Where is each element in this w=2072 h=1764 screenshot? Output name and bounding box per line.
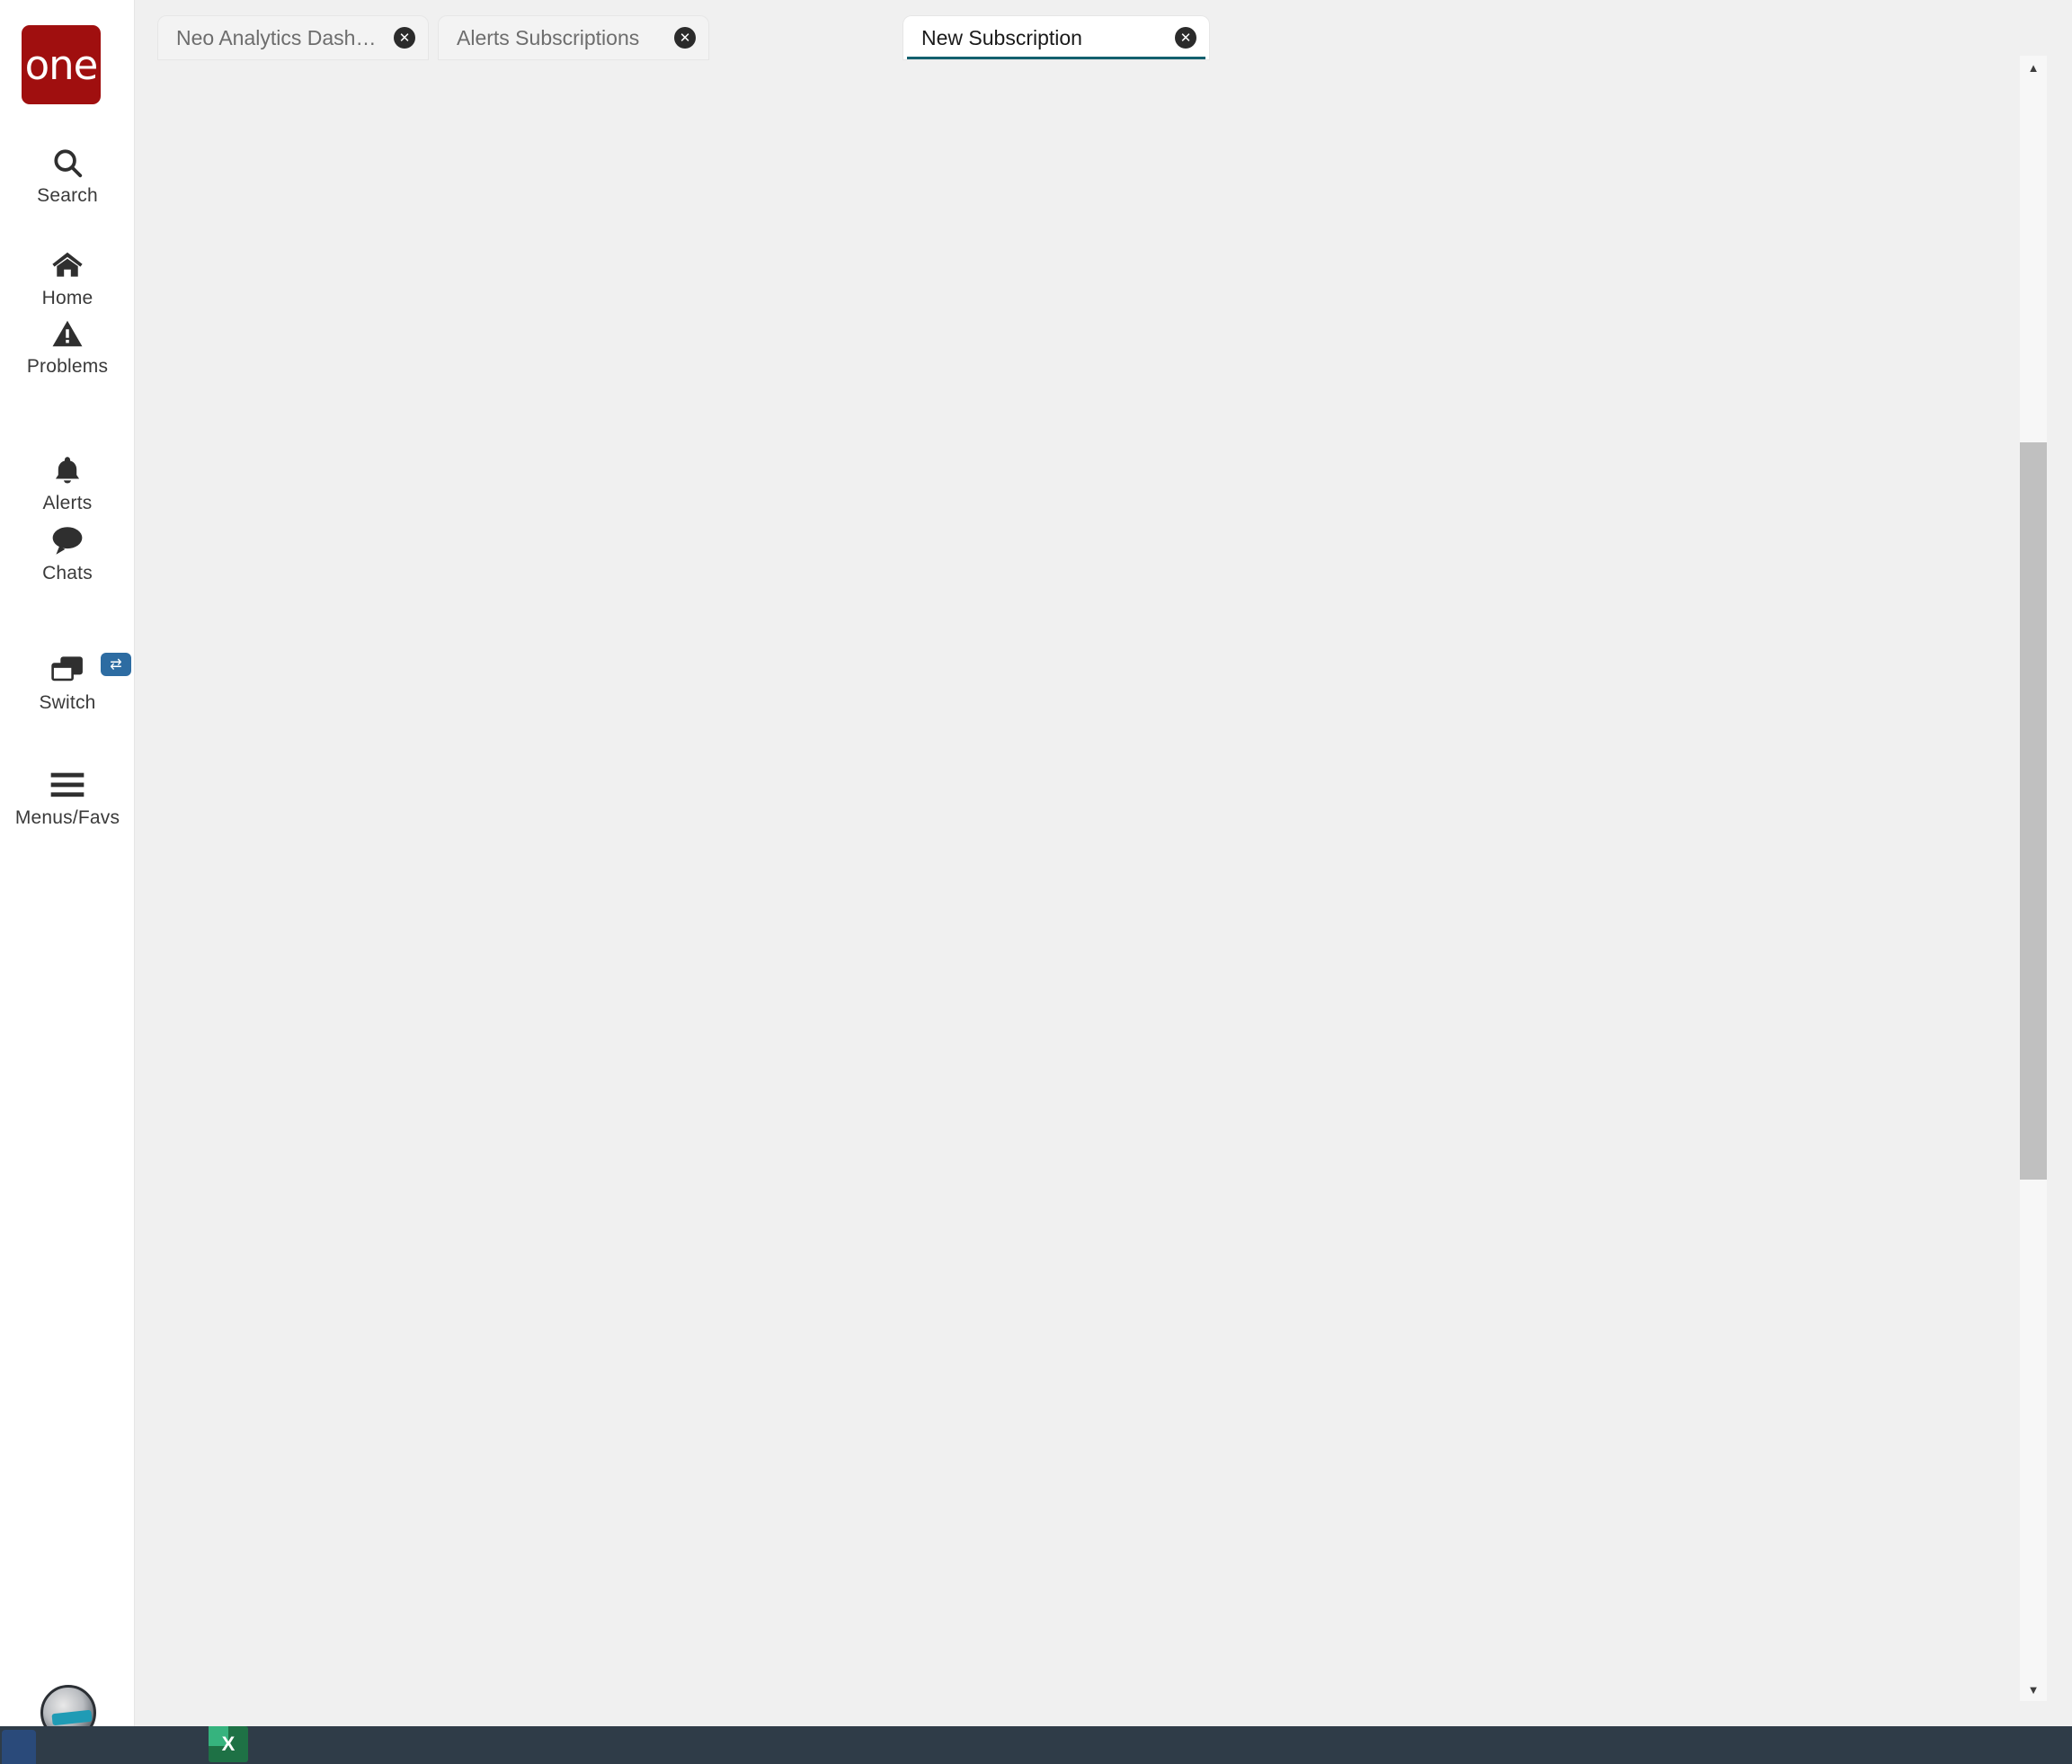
chat-bubble-icon [49, 520, 85, 561]
scroll-down-arrow-icon[interactable]: ▼ [2020, 1678, 2047, 1701]
switch-exchange-badge[interactable]: ⇄ [101, 653, 131, 676]
close-circle-icon[interactable]: ✕ [394, 27, 415, 49]
browser-tab-strip: Neo Analytics Dashboard ✕ Alerts Subscri… [135, 0, 2072, 59]
sidebar-item-label: Home [41, 288, 93, 308]
exchange-arrows-icon: ⇄ [110, 657, 122, 673]
sidebar-item-label: Switch [39, 692, 96, 713]
sidebar-item-alerts[interactable]: Alerts [0, 450, 135, 514]
tab-alerts-subscriptions[interactable]: Alerts Subscriptions ✕ [439, 16, 708, 59]
warning-triangle-icon [50, 313, 84, 354]
bell-icon [51, 450, 84, 491]
sidebar-item-menus-favs[interactable]: Menus/Favs [0, 764, 135, 829]
sidebar-item-label: Search [37, 185, 98, 206]
taskbar-excel-icon[interactable]: X [209, 1726, 248, 1762]
sidebar-item-search[interactable]: Search [0, 142, 135, 207]
brand-logo-text: one [24, 40, 99, 89]
os-taskbar: X [0, 1726, 2072, 1764]
sidebar-item-label: Menus/Favs [14, 807, 120, 828]
page-vertical-scrollbar[interactable]: ▲ ▼ [2020, 56, 2047, 1701]
close-circle-icon[interactable]: ✕ [1175, 27, 1196, 49]
app-backdrop [135, 0, 2072, 1726]
sidebar-item-chats[interactable]: Chats [0, 520, 135, 584]
brand-logo[interactable]: one [22, 25, 101, 104]
tab-label: Neo Analytics Dashboard [176, 25, 383, 49]
sidebar-item-problems[interactable]: Problems [0, 313, 135, 378]
sidebar-item-label: Alerts [42, 493, 93, 513]
tab-neo-analytics-dashboard[interactable]: Neo Analytics Dashboard ✕ [158, 16, 428, 59]
taskbar-start-icon[interactable] [2, 1730, 36, 1764]
left-sidebar: one Search Home Problems Alerts Chats Sw… [0, 0, 135, 1741]
sidebar-item-home[interactable]: Home [0, 245, 135, 309]
hamburger-icon [49, 764, 85, 806]
windows-stack-icon [49, 649, 85, 690]
sidebar-item-label: Problems [26, 356, 109, 377]
search-icon [50, 142, 84, 183]
close-circle-icon[interactable]: ✕ [674, 27, 696, 49]
scroll-up-arrow-icon[interactable]: ▲ [2020, 56, 2047, 79]
tab-label: Alerts Subscriptions [457, 25, 640, 49]
sidebar-item-label: Chats [42, 563, 93, 584]
tab-label: New Subscription [921, 25, 1082, 49]
home-icon [49, 245, 85, 286]
tab-new-subscription[interactable]: New Subscription ✕ [903, 16, 1209, 59]
scrollbar-thumb[interactable] [2020, 442, 2047, 1180]
